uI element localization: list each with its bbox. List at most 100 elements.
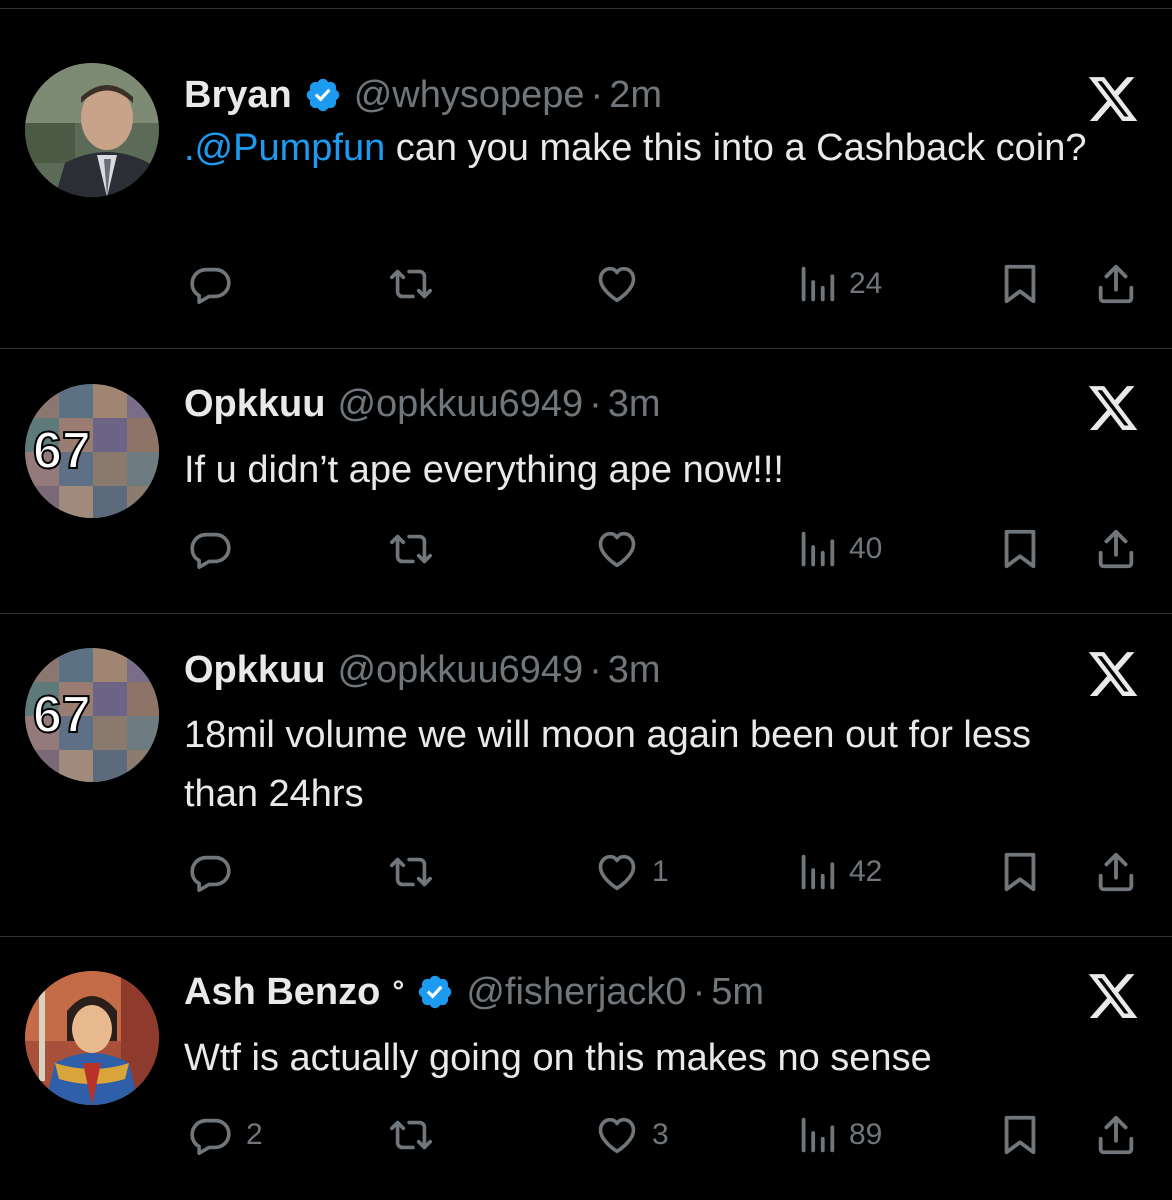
share-icon bbox=[1098, 1115, 1134, 1155]
tweet-header: Opkkuu @opkkuu6949 · 3m bbox=[184, 645, 661, 695]
views-icon bbox=[801, 266, 835, 302]
x-logo-icon bbox=[1086, 969, 1140, 1023]
reply-count: 2 bbox=[246, 1118, 263, 1151]
tweet-header: Bryan @whysopepe · 2m bbox=[184, 70, 662, 120]
timestamp[interactable]: 5m bbox=[711, 971, 764, 1014]
separator-dot: · bbox=[590, 73, 604, 116]
reply-button[interactable] bbox=[188, 526, 246, 572]
separator-dot: · bbox=[692, 970, 706, 1013]
views-button[interactable]: 42 bbox=[797, 849, 882, 895]
tweet-text-content: can you make this into a Cashback coin? bbox=[385, 127, 1087, 169]
retweet-icon bbox=[390, 1120, 432, 1150]
x-logo-icon bbox=[1086, 381, 1140, 435]
retweet-button[interactable] bbox=[383, 526, 451, 572]
avatar[interactable]: 67 bbox=[25, 648, 159, 782]
views-count: 40 bbox=[849, 532, 883, 565]
like-count: 1 bbox=[652, 855, 669, 888]
like-button[interactable]: 3 bbox=[594, 1112, 669, 1158]
tweet[interactable]: Bryan @whysopepe · 2m .@Pumpfun can you … bbox=[0, 9, 1172, 349]
avatar[interactable] bbox=[25, 971, 159, 1105]
views-icon bbox=[801, 854, 835, 890]
reply-icon bbox=[190, 1118, 231, 1156]
separator-dot: · bbox=[589, 648, 602, 691]
tweet[interactable]: Ash Benzo ° @fisherjack0 · 5m Wtf is act… bbox=[0, 937, 1172, 1200]
heart-icon bbox=[598, 266, 636, 303]
reply-button[interactable] bbox=[188, 849, 246, 895]
mention-link[interactable]: .@Pumpfun bbox=[184, 127, 385, 169]
views-count: 24 bbox=[849, 267, 883, 300]
display-name[interactable]: Ash Benzo bbox=[184, 971, 380, 1014]
verified-badge-icon bbox=[416, 973, 454, 1011]
action-bar: 24 bbox=[0, 261, 1172, 307]
bookmark-icon bbox=[1004, 264, 1036, 304]
tweet[interactable]: 67 Opkkuu @opkkuu6949 · 3m If u didn’t a… bbox=[0, 349, 1172, 614]
heart-icon bbox=[598, 531, 636, 568]
views-icon bbox=[801, 1117, 835, 1153]
heart-icon bbox=[598, 1117, 636, 1154]
action-bar: 40 bbox=[0, 526, 1172, 572]
tweet-text: .@Pumpfun can you make this into a Cashb… bbox=[184, 119, 1144, 178]
share-button[interactable] bbox=[1093, 1112, 1139, 1158]
avatar-badge: 67 bbox=[33, 686, 91, 744]
tweet-header: Opkkuu @opkkuu6949 · 3m bbox=[184, 379, 661, 429]
retweet-icon bbox=[390, 534, 432, 564]
like-button[interactable]: 1 bbox=[594, 849, 669, 895]
avatar-badge: 67 bbox=[33, 422, 91, 480]
bookmark-button[interactable] bbox=[999, 261, 1041, 307]
share-icon bbox=[1098, 264, 1134, 304]
like-button[interactable] bbox=[594, 261, 652, 307]
action-bar: 2 3 89 bbox=[0, 1112, 1172, 1158]
views-icon bbox=[801, 531, 835, 567]
retweet-icon bbox=[390, 857, 432, 887]
views-count: 89 bbox=[849, 1118, 883, 1151]
views-button[interactable]: 24 bbox=[797, 261, 882, 307]
share-icon bbox=[1098, 852, 1134, 892]
separator-dot: · bbox=[589, 382, 602, 425]
retweet-button[interactable] bbox=[383, 261, 451, 307]
views-button[interactable]: 89 bbox=[797, 1112, 882, 1158]
handle[interactable]: @opkkuu6949 bbox=[337, 383, 583, 426]
handle[interactable]: @fisherjack0 bbox=[466, 971, 686, 1014]
bookmark-button[interactable] bbox=[999, 849, 1041, 895]
avatar[interactable] bbox=[25, 63, 159, 197]
reply-icon bbox=[190, 532, 231, 570]
bookmark-button[interactable] bbox=[999, 1112, 1041, 1158]
retweet-icon bbox=[390, 269, 432, 299]
handle[interactable]: @whysopepe bbox=[354, 74, 585, 117]
avatar[interactable]: 67 bbox=[25, 384, 159, 518]
verified-badge-icon bbox=[304, 76, 342, 114]
action-bar: 1 42 bbox=[0, 849, 1172, 895]
name-suffix: ° bbox=[392, 975, 405, 1008]
tweet-text: Wtf is actually going on this makes no s… bbox=[184, 1037, 932, 1079]
display-name[interactable]: Opkkuu bbox=[184, 649, 325, 692]
share-button[interactable] bbox=[1093, 526, 1139, 572]
x-logo-icon bbox=[1086, 72, 1140, 126]
bookmark-button[interactable] bbox=[999, 526, 1041, 572]
retweet-button[interactable] bbox=[383, 1112, 451, 1158]
reply-icon bbox=[190, 267, 231, 305]
like-count: 3 bbox=[652, 1118, 669, 1151]
share-button[interactable] bbox=[1093, 849, 1139, 895]
timestamp[interactable]: 2m bbox=[609, 74, 662, 117]
timestamp[interactable]: 3m bbox=[608, 649, 661, 692]
like-button[interactable] bbox=[594, 526, 652, 572]
reply-icon bbox=[190, 855, 231, 893]
tweet[interactable]: 67 Opkkuu @opkkuu6949 · 3m 18mil volume … bbox=[0, 614, 1172, 937]
share-button[interactable] bbox=[1093, 261, 1139, 307]
display-name[interactable]: Opkkuu bbox=[184, 383, 325, 426]
display-name[interactable]: Bryan bbox=[184, 74, 292, 117]
tweet-text: 18mil volume we will moon again been out… bbox=[184, 714, 1031, 815]
x-logo-icon bbox=[1086, 647, 1140, 701]
bookmark-icon bbox=[1004, 529, 1036, 569]
tweet-header: Ash Benzo ° @fisherjack0 · 5m bbox=[184, 967, 764, 1017]
bookmark-icon bbox=[1004, 1115, 1036, 1155]
timestamp[interactable]: 3m bbox=[608, 383, 661, 426]
bookmark-icon bbox=[1004, 852, 1036, 892]
retweet-button[interactable] bbox=[383, 849, 451, 895]
handle[interactable]: @opkkuu6949 bbox=[337, 649, 583, 692]
views-button[interactable]: 40 bbox=[797, 526, 882, 572]
reply-button[interactable] bbox=[188, 261, 246, 307]
heart-icon bbox=[598, 854, 636, 891]
reply-button[interactable]: 2 bbox=[188, 1112, 263, 1158]
tweet-text: If u didn’t ape everything ape now!!! bbox=[184, 449, 784, 491]
